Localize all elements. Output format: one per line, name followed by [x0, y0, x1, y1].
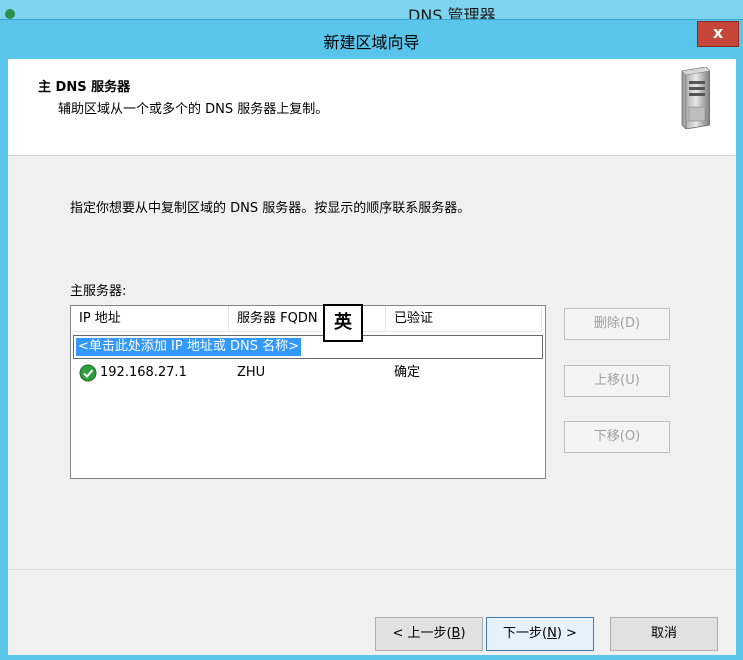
back-button-label-end: ): [460, 626, 466, 641]
check-icon: [79, 364, 97, 382]
new-zone-wizard-dialog: 新建区域向导 x 主 DNS 服务器 辅助区域从一个或多个的 DNS 服务器上复…: [0, 19, 743, 660]
move-up-button[interactable]: 上移(U): [564, 365, 670, 397]
page-subtitle: 辅助区域从一个或多个的 DNS 服务器上复制。: [58, 102, 329, 117]
page-title: 主 DNS 服务器: [38, 80, 131, 95]
close-button[interactable]: x: [697, 21, 739, 47]
next-button[interactable]: 下一步(N) >: [486, 617, 594, 651]
footer-divider: [8, 569, 736, 570]
column-header-verified[interactable]: 已验证: [386, 306, 542, 332]
server-ip: 192.168.27.1: [100, 365, 187, 380]
add-server-prompt[interactable]: <单击此处添加 IP 地址或 DNS 名称>: [76, 338, 301, 356]
primary-servers-label: 主服务器:: [70, 284, 127, 299]
cancel-button[interactable]: 取消: [610, 617, 718, 651]
instruction-text: 指定你想要从中复制区域的 DNS 服务器。按显示的顺序联系服务器。: [70, 201, 471, 216]
server-icon: [681, 67, 710, 129]
server-verified: 确定: [394, 365, 421, 380]
column-header-ip[interactable]: IP 地址: [71, 306, 229, 332]
dialog-title: 新建区域向导: [323, 33, 420, 52]
next-button-label: 下一步(: [503, 626, 548, 641]
wizard-header: 主 DNS 服务器 辅助区域从一个或多个的 DNS 服务器上复制。: [8, 59, 736, 156]
back-button-label: < 上一步(: [392, 626, 452, 641]
server-fqdn: ZHU: [237, 365, 266, 380]
back-button[interactable]: < 上一步(B): [375, 617, 483, 651]
add-server-row[interactable]: <单击此处添加 IP 地址或 DNS 名称>: [73, 335, 543, 359]
ime-mode-indicator: 英: [323, 304, 363, 342]
table-row[interactable]: 192.168.27.1 ZHU 确定: [73, 362, 543, 384]
move-down-button[interactable]: 下移(O): [564, 421, 670, 453]
next-button-key: N: [547, 626, 557, 641]
delete-button[interactable]: 删除(D): [564, 308, 670, 340]
primary-servers-list[interactable]: IP 地址 服务器 FQDN 已验证 <单击此处添加 IP 地址或 DNS 名称…: [70, 305, 546, 479]
next-button-label-end: ) >: [556, 626, 577, 641]
wizard-content: 主 DNS 服务器 辅助区域从一个或多个的 DNS 服务器上复制。 指定你想要从…: [8, 59, 736, 655]
